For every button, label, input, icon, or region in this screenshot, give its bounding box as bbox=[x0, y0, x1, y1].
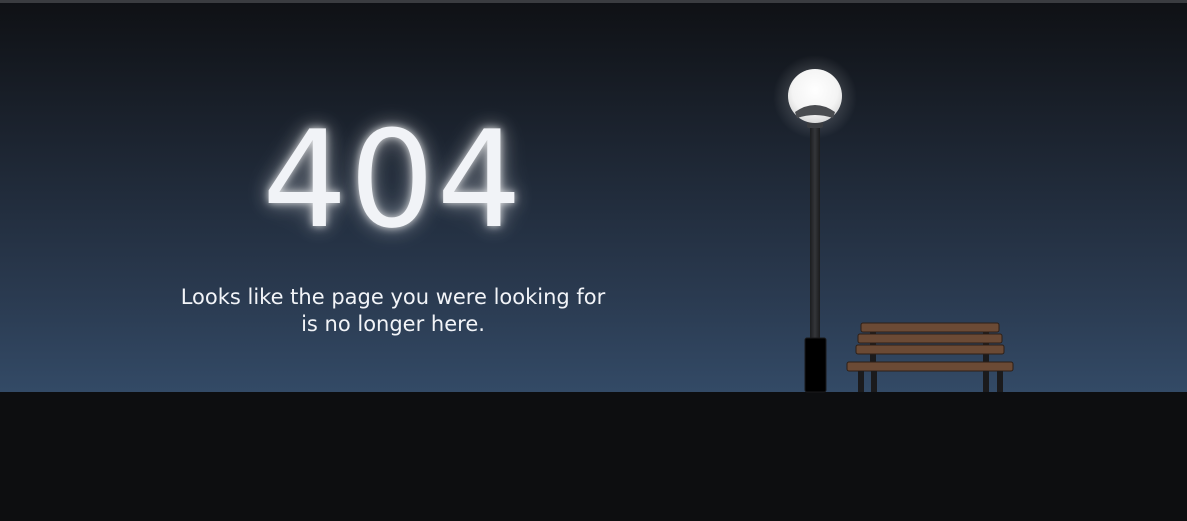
bench-back-slat-1 bbox=[860, 322, 1000, 333]
bench-seat bbox=[846, 361, 1014, 372]
street-lamp bbox=[773, 55, 857, 393]
scene-illustration bbox=[773, 55, 1014, 393]
bench-leg-4 bbox=[997, 371, 1003, 392]
park-bench bbox=[846, 322, 1014, 392]
bench-leg-2 bbox=[871, 371, 877, 392]
bench-leg-1 bbox=[858, 371, 864, 392]
lamp-base bbox=[804, 337, 827, 393]
bench-back-slat-2 bbox=[857, 333, 1003, 344]
bench-back-slat-3 bbox=[855, 344, 1005, 355]
bench-leg-3 bbox=[983, 371, 989, 392]
lamp-post bbox=[810, 120, 820, 342]
error-page: 404 Looks like the page you were looking… bbox=[0, 0, 1187, 521]
